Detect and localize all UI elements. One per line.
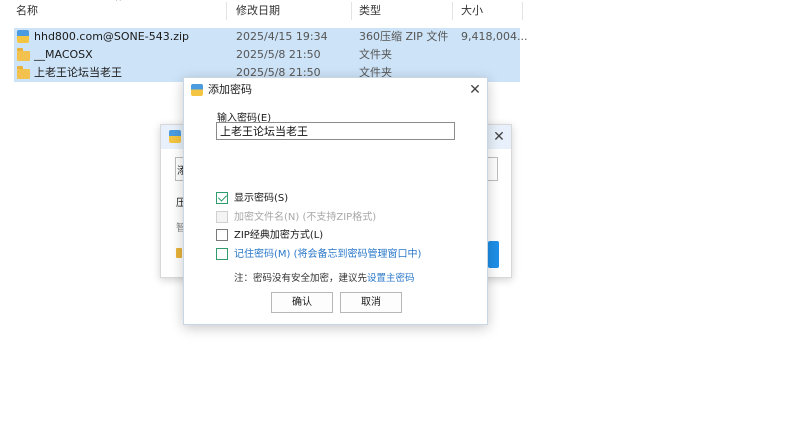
file-row-zip[interactable]: hhd800.com@SONE-543.zip 2025/4/15 19:34 … — [14, 28, 527, 46]
file-modified: 2025/4/15 19:34 — [236, 30, 328, 43]
background-primary-button[interactable] — [488, 241, 499, 268]
zip-classic-encryption-checkbox[interactable] — [216, 229, 228, 241]
file-type: 文件夹 — [359, 48, 392, 61]
remember-password-checkbox[interactable] — [216, 248, 228, 260]
close-icon[interactable]: ✕ — [491, 129, 507, 145]
remember-password-label: 记住密码(M) (将会备忘到密码管理窗口中) — [234, 249, 422, 260]
set-master-password-link[interactable]: 设置主密码 — [367, 273, 415, 284]
encrypt-filenames-checkbox — [216, 211, 228, 223]
column-divider[interactable] — [226, 2, 227, 20]
add-password-dialog: 添加密码 ✕ 输入密码(E) 显示密码(S) 加密文件名(N) (不支持ZIP格… — [183, 77, 488, 325]
show-password-label: 显示密码(S) — [234, 193, 289, 204]
file-modified: 2025/5/8 21:50 — [236, 48, 321, 61]
column-divider[interactable] — [522, 2, 523, 20]
file-name: hhd800.com@SONE-543.zip — [34, 30, 190, 43]
column-header-modified[interactable]: 修改日期 — [236, 0, 280, 22]
close-icon[interactable]: ✕ — [467, 82, 483, 98]
dialog-title: 添加密码 — [208, 83, 252, 96]
encrypt-filenames-label: 加密文件名(N) (不支持ZIP格式) — [234, 212, 377, 223]
file-name: 上老王论坛当老王 — [34, 66, 122, 79]
app-icon — [191, 84, 203, 96]
app-icon — [169, 130, 181, 143]
security-hint: 注：密码没有安全加密，建议先设置主密码 — [234, 270, 415, 284]
zip-classic-encryption-label: ZIP经典加密方式(L) — [234, 230, 324, 241]
dialog-titlebar: 添加密码 ✕ — [184, 78, 487, 102]
sort-ascending-icon: ^ — [115, 0, 122, 6]
folder-icon — [17, 66, 30, 79]
background-input-edge[interactable] — [487, 157, 498, 181]
column-header-name[interactable]: 名称 — [16, 0, 38, 22]
file-size: 9,418,004... — [461, 30, 528, 43]
file-row-macosx[interactable]: __MACOSX 2025/5/8 21:50 文件夹 — [14, 46, 520, 64]
password-input[interactable] — [216, 122, 455, 140]
zip-archive-icon — [17, 30, 29, 43]
column-divider[interactable] — [452, 2, 453, 20]
security-hint-text: 注：密码没有安全加密，建议先 — [234, 273, 368, 284]
folder-icon — [17, 48, 30, 61]
column-header-size[interactable]: 大小 — [461, 0, 483, 22]
column-header-type[interactable]: 类型 — [359, 0, 381, 22]
confirm-button[interactable]: 确认 — [271, 292, 333, 313]
file-name: __MACOSX — [34, 48, 93, 61]
column-divider[interactable] — [351, 2, 352, 20]
cancel-button[interactable]: 取消 — [340, 292, 402, 313]
lock-icon — [176, 248, 182, 258]
file-type: 360压缩 ZIP 文件 — [359, 30, 449, 43]
show-password-checkbox[interactable] — [216, 192, 228, 204]
